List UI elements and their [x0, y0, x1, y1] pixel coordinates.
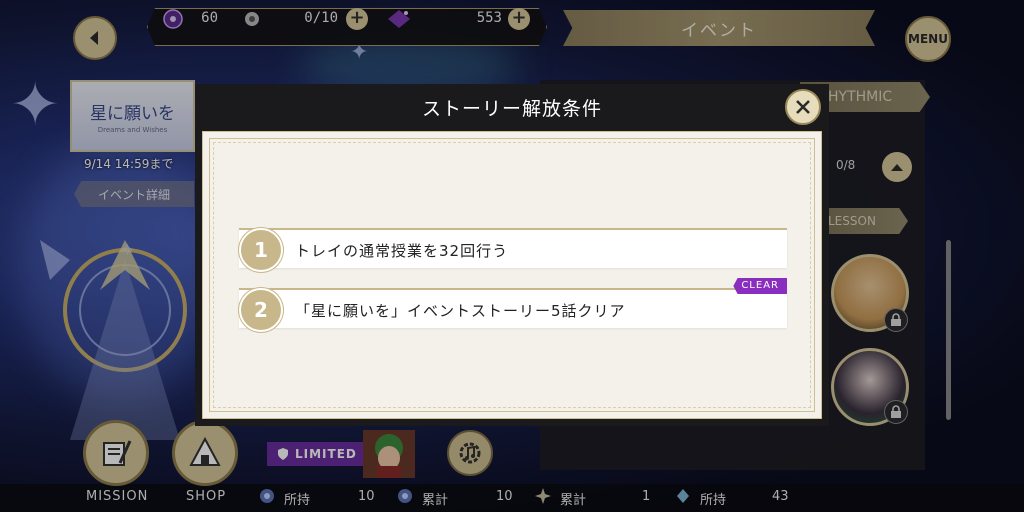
story-unlock-dialog: ストーリー解放条件 1 トレイの通常授業を32回行う 2 「星に願いを」イベント… — [195, 84, 829, 426]
dialog-body: 1 トレイの通常授業を32回行う 2 「星に願いを」イベントストーリー5話クリア… — [202, 131, 822, 419]
close-icon — [796, 100, 810, 114]
condition-row: 1 トレイの通常授業を32回行う — [239, 228, 787, 272]
dialog-title: ストーリー解放条件 — [421, 98, 602, 120]
condition-number: 2 — [239, 288, 283, 332]
condition-row: 2 「星に願いを」イベントストーリー5話クリア CLEAR — [239, 278, 787, 332]
condition-text: 「星に願いを」イベントストーリー5話クリア — [295, 302, 626, 320]
condition-text: トレイの通常授業を32回行う — [295, 242, 509, 260]
condition-number: 1 — [239, 228, 283, 272]
close-button[interactable] — [785, 89, 821, 125]
clear-badge: CLEAR — [733, 278, 787, 294]
